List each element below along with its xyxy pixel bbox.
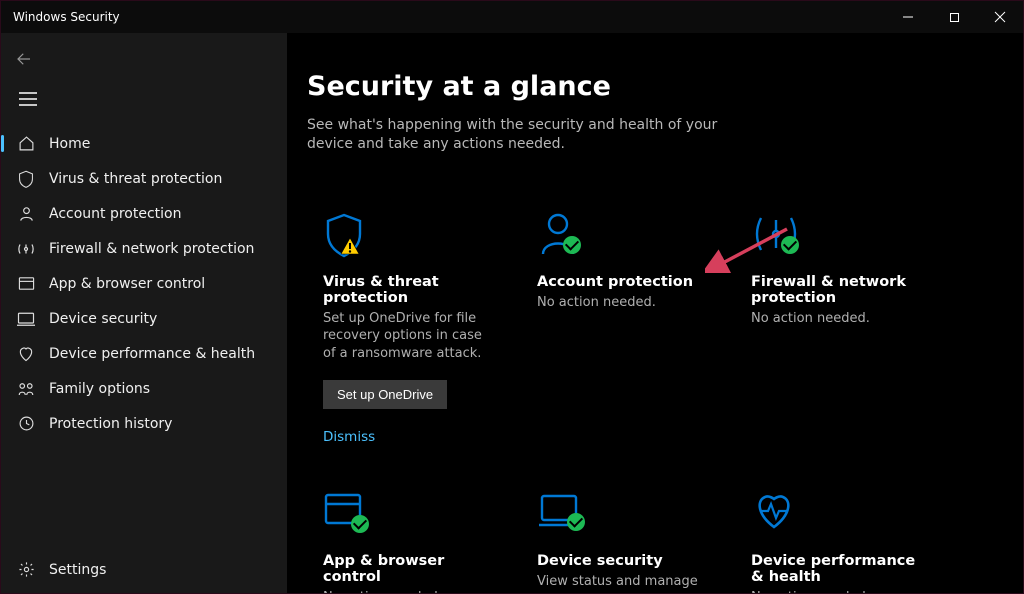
card-device-security[interactable]: Device security View status and manage h…: [521, 477, 727, 593]
gear-icon: [17, 561, 35, 579]
titlebar: Windows Security: [1, 1, 1023, 33]
sidebar-item-label: Account protection: [49, 206, 182, 222]
device-security-ok-icon: [537, 491, 711, 535]
card-device-health[interactable]: Device performance & health No action ne…: [735, 477, 941, 593]
account-ok-icon: [537, 212, 711, 256]
sidebar-item-device-security[interactable]: Device security: [1, 301, 287, 336]
heart-pulse-icon: [751, 491, 925, 535]
card-title: Device security: [537, 553, 711, 569]
sidebar-item-settings[interactable]: Settings: [1, 552, 287, 587]
hamburger-button[interactable]: [1, 81, 287, 120]
card-desc: No action needed.: [751, 589, 925, 593]
sidebar-item-account[interactable]: Account protection: [1, 196, 287, 231]
sidebar-item-virus-threat[interactable]: Virus & threat protection: [1, 161, 287, 196]
card-desc: Set up OneDrive for file recovery option…: [323, 310, 497, 363]
sidebar-item-label: Device performance & health: [49, 346, 255, 362]
shield-icon: [17, 170, 35, 188]
account-icon: [17, 205, 35, 223]
sidebar-item-home[interactable]: Home: [1, 126, 287, 161]
card-title: Virus & threat protection: [323, 274, 497, 306]
sidebar-item-firewall[interactable]: Firewall & network protection: [1, 231, 287, 266]
firewall-ok-icon: [751, 212, 925, 256]
shield-warning-icon: [323, 212, 497, 256]
firewall-icon: [17, 240, 35, 258]
card-app-browser[interactable]: App & browser control No action needed.: [307, 477, 513, 593]
window: Windows Security: [0, 0, 1024, 594]
check-badge-icon: [563, 236, 581, 254]
setup-onedrive-button[interactable]: Set up OneDrive: [323, 380, 447, 409]
card-virus-threat[interactable]: Virus & threat protection Set up OneDriv…: [307, 198, 513, 470]
close-button[interactable]: [977, 1, 1023, 33]
cards-row-1: Virus & threat protection Set up OneDriv…: [307, 198, 983, 470]
main: Security at a glance See what's happenin…: [287, 33, 1023, 593]
family-icon: [17, 380, 35, 398]
page-subtitle: See what's happening with the security a…: [307, 116, 737, 154]
card-desc: No action needed.: [323, 589, 497, 593]
home-icon: [17, 135, 35, 153]
sidebar-item-device-health[interactable]: Device performance & health: [1, 336, 287, 371]
card-account-protection[interactable]: Account protection No action needed.: [521, 198, 727, 470]
card-desc: No action needed.: [751, 310, 925, 328]
sidebar-item-protection-history[interactable]: Protection history: [1, 406, 287, 441]
main-scroll[interactable]: Security at a glance See what's happenin…: [287, 33, 1023, 593]
sidebar-item-family[interactable]: Family options: [1, 371, 287, 406]
check-badge-icon: [351, 515, 369, 533]
body: Home Virus & threat protection Account p…: [1, 33, 1023, 593]
card-title: Device performance & health: [751, 553, 925, 585]
nav: Home Virus & threat protection Account p…: [1, 126, 287, 552]
device-security-icon: [17, 310, 35, 328]
card-title: Firewall & network protection: [751, 274, 925, 306]
sidebar-item-label: Home: [49, 136, 90, 152]
maximize-button[interactable]: [931, 1, 977, 33]
window-title: Windows Security: [13, 10, 120, 24]
card-firewall[interactable]: Firewall & network protection No action …: [735, 198, 941, 470]
sidebar-item-label: Firewall & network protection: [49, 241, 254, 257]
cards-row-2: App & browser control No action needed.: [307, 477, 983, 593]
app-browser-ok-icon: [323, 491, 497, 535]
sidebar-item-label: App & browser control: [49, 276, 205, 292]
check-badge-icon: [781, 236, 799, 254]
card-title: App & browser control: [323, 553, 497, 585]
window-controls: [885, 1, 1023, 33]
heart-icon: [17, 345, 35, 363]
history-icon: [17, 415, 35, 433]
sidebar-item-label: Device security: [49, 311, 157, 327]
page-title: Security at a glance: [307, 71, 983, 102]
sidebar-item-label: Virus & threat protection: [49, 171, 222, 187]
card-desc: View status and manage hardware security…: [537, 573, 711, 593]
app-browser-icon: [17, 275, 35, 293]
sidebar-item-app-browser[interactable]: App & browser control: [1, 266, 287, 301]
card-title: Account protection: [537, 274, 711, 290]
sidebar-item-label: Settings: [49, 562, 106, 578]
sidebar: Home Virus & threat protection Account p…: [1, 33, 287, 593]
card-desc: No action needed.: [537, 294, 711, 312]
minimize-button[interactable]: [885, 1, 931, 33]
dismiss-link[interactable]: Dismiss: [323, 429, 375, 445]
sidebar-item-label: Family options: [49, 381, 150, 397]
sidebar-item-label: Protection history: [49, 416, 172, 432]
back-button[interactable]: [15, 43, 51, 75]
